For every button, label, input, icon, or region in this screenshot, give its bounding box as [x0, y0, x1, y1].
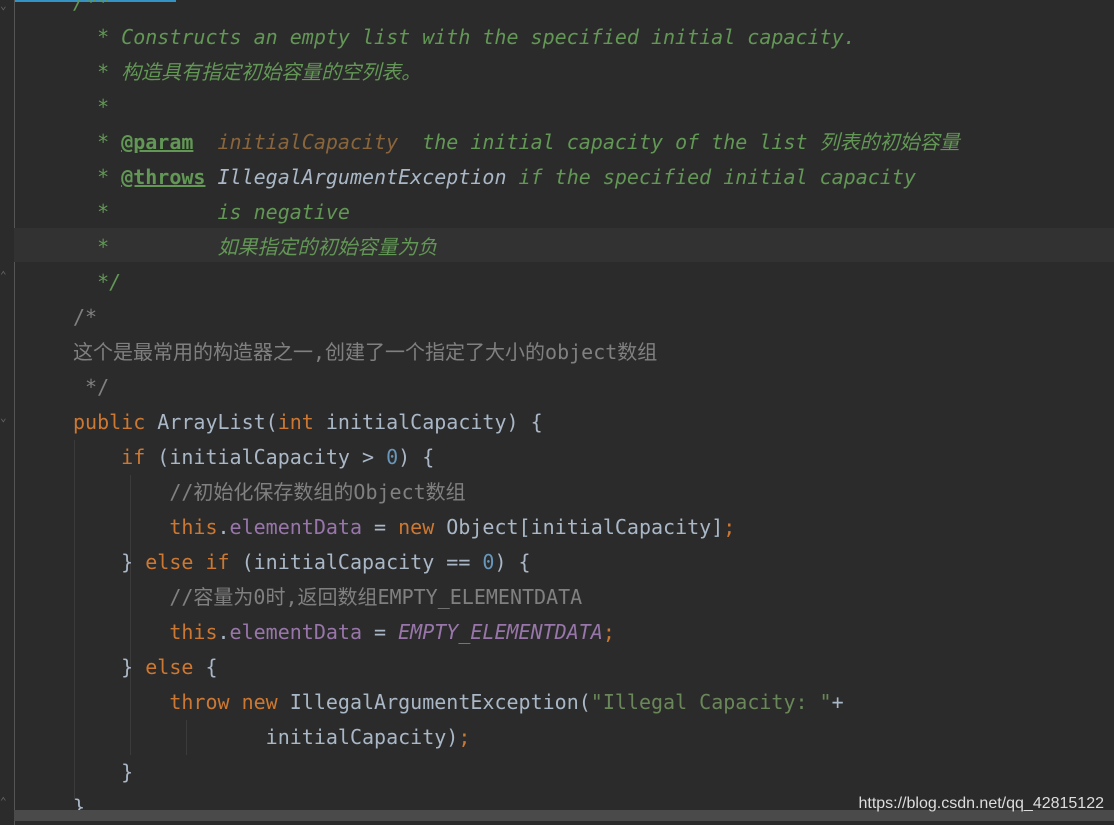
code-line[interactable]: } else {: [73, 650, 218, 685]
code-token: initialCapacity: [217, 130, 399, 154]
code-line[interactable]: * 如果指定的初始容量为负: [73, 230, 438, 265]
code-line[interactable]: * Constructs an empty list with the spec…: [73, 20, 856, 55]
code-token: this: [73, 515, 218, 539]
code-line[interactable]: this.elementData = EMPTY_ELEMENTDATA;: [73, 615, 615, 650]
code-token: @param: [121, 130, 194, 154]
fold-marker-icon[interactable]: ⌄: [0, 412, 12, 424]
code-line[interactable]: public ArrayList(int initialCapacity) {: [73, 405, 543, 440]
code-token: else: [145, 655, 206, 679]
code-token: if the specified initial capacity: [506, 165, 916, 189]
code-token: }: [73, 550, 146, 574]
code-line[interactable]: * @param initialCapacity the initial cap…: [73, 125, 960, 160]
code-token: /*: [73, 305, 98, 329]
code-line[interactable]: /**: [73, 0, 109, 20]
code-token: 0: [386, 445, 399, 469]
code-token: throw new: [73, 690, 290, 714]
code-token: =: [362, 515, 399, 539]
code-token: */: [73, 270, 122, 294]
code-token: *: [73, 95, 110, 119]
code-token: this: [73, 620, 218, 644]
code-token: *: [73, 130, 122, 154]
code-token: ) {: [494, 550, 531, 574]
code-token: +: [831, 690, 844, 714]
code-token: 这个是最常用的构造器之一,创建了一个指定了大小的object数组: [73, 340, 658, 364]
fold-marker-icon[interactable]: ⌄: [0, 0, 12, 12]
code-line[interactable]: }: [73, 755, 133, 790]
code-token: ;: [458, 725, 471, 749]
code-line[interactable]: * 构造具有指定初始容量的空列表。: [73, 55, 421, 90]
code-token: ;: [723, 515, 736, 539]
code-line[interactable]: 这个是最常用的构造器之一,创建了一个指定了大小的object数组: [73, 335, 657, 370]
code-token: *: [73, 165, 122, 189]
code-line[interactable]: //初始化保存数组的Object数组: [73, 475, 466, 510]
code-token: =: [362, 620, 399, 644]
code-line[interactable]: */: [73, 265, 121, 300]
code-token: ) {: [398, 445, 435, 469]
code-token: new: [398, 515, 447, 539]
code-token: elementData: [229, 515, 362, 539]
code-token: public: [73, 410, 158, 434]
code-token: IllegalArgumentException: [217, 165, 507, 189]
code-token: Object[initialCapacity]: [446, 515, 724, 539]
code-token: the initial capacity of the list 列表的初始容量: [398, 130, 960, 154]
fold-marker-icon[interactable]: ⌃: [0, 796, 12, 808]
code-line[interactable]: //容量为0时,返回数组EMPTY_ELEMENTDATA: [73, 580, 582, 615]
code-token: }: [73, 655, 146, 679]
editor-gutter: ⌄ ⌃ ⌄ ⌃: [0, 0, 15, 825]
code-token: */: [73, 375, 110, 399]
code-token: if: [73, 445, 158, 469]
code-token: initialCapacity): [73, 725, 459, 749]
code-token: IllegalArgumentException(: [289, 690, 591, 714]
code-token: elementData: [229, 620, 362, 644]
code-token: /**: [73, 0, 110, 14]
code-token: //初始化保存数组的Object数组: [73, 480, 466, 504]
code-token: ;: [602, 620, 615, 644]
code-line[interactable]: *: [73, 90, 109, 125]
code-token: (: [265, 410, 278, 434]
code-line[interactable]: */: [73, 370, 109, 405]
code-token: //容量为0时,返回数组EMPTY_ELEMENTDATA: [73, 585, 583, 609]
code-line[interactable]: * is negative: [73, 195, 350, 230]
code-token: .: [217, 620, 230, 644]
code-token: (initialCapacity >: [157, 445, 387, 469]
code-line[interactable]: initialCapacity);: [73, 720, 471, 755]
code-line[interactable]: * @throws IllegalArgumentException if th…: [73, 160, 916, 195]
code-token: int: [277, 410, 326, 434]
code-token: else if: [145, 550, 242, 574]
code-token: "Illegal Capacity: ": [590, 690, 832, 714]
code-line[interactable]: this.elementData = new Object[initialCap…: [73, 510, 735, 545]
code-token: 0: [482, 550, 495, 574]
code-token: ArrayList: [157, 410, 266, 434]
code-line[interactable]: } else if (initialCapacity == 0) {: [73, 545, 531, 580]
code-token: }: [73, 760, 134, 784]
code-token: * 如果指定的初始容量为负: [73, 235, 438, 259]
fold-marker-icon[interactable]: ⌃: [0, 270, 12, 282]
code-token: .: [217, 515, 230, 539]
code-token: EMPTY_ELEMENTDATA: [398, 620, 603, 644]
code-line[interactable]: /*: [73, 300, 97, 335]
code-token: (initialCapacity ==: [241, 550, 483, 574]
watermark: https://blog.csdn.net/qq_42815122: [858, 795, 1104, 812]
code-line[interactable]: if (initialCapacity > 0) {: [73, 440, 434, 475]
code-token: initialCapacity) {: [325, 410, 543, 434]
code-line[interactable]: throw new IllegalArgumentException("Ille…: [73, 685, 844, 720]
code-token: * Constructs an empty list with the spec…: [73, 25, 856, 49]
code-token: {: [205, 655, 218, 679]
code-token: * 构造具有指定初始容量的空列表。: [73, 60, 422, 84]
code-token: * is negative: [73, 200, 350, 224]
code-token: @throws: [121, 165, 206, 189]
